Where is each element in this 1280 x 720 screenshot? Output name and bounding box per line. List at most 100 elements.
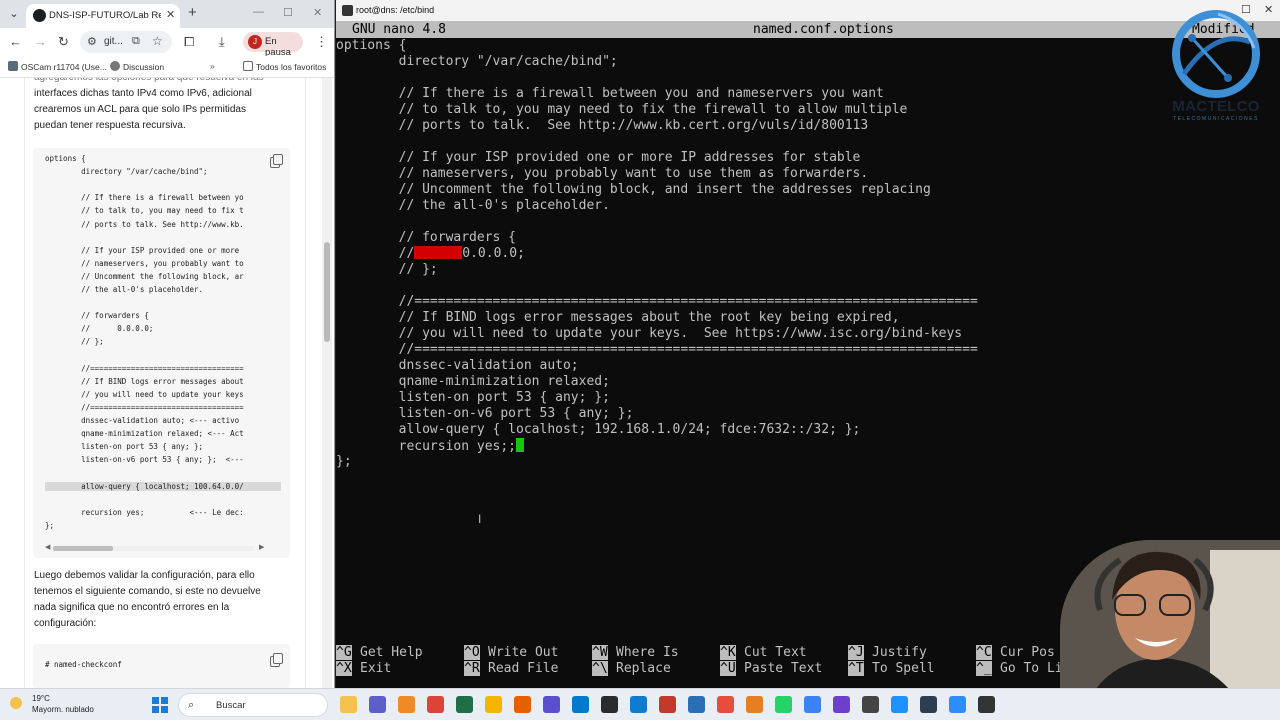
vscode-icon[interactable] bbox=[572, 696, 589, 713]
weather-description: Mayorm. nublado bbox=[32, 705, 94, 714]
nano-header: GNU nano 4.8 named.conf.options Modified bbox=[336, 21, 1280, 38]
code-line: // you will need to update your keys bbox=[45, 389, 244, 399]
cast-icon[interactable]: ⧉ bbox=[132, 35, 140, 48]
excel-icon[interactable] bbox=[456, 696, 473, 713]
editor-line: directory "/var/cache/bind"; bbox=[336, 54, 618, 69]
shortcut-key: ^T bbox=[848, 661, 864, 676]
shortcut-label: Where Is bbox=[616, 645, 679, 660]
editor-line: //======================================… bbox=[336, 294, 978, 309]
terminal-icon[interactable] bbox=[978, 696, 995, 713]
browser-window: ⌄ DNS-ISP-FUTURO/Lab Recursiv ✕ + — ☐ ✕ … bbox=[0, 0, 335, 688]
settings-icon[interactable] bbox=[804, 696, 821, 713]
new-tab-button[interactable]: + bbox=[188, 5, 197, 21]
shortcut-key: ^_ bbox=[976, 661, 992, 676]
address-bar[interactable]: ⚙ git... ⧉ ☆ bbox=[80, 31, 172, 53]
code-line: directory "/var/cache/bind"; bbox=[45, 167, 208, 177]
file-name: named.conf.options bbox=[753, 22, 894, 37]
minimize-icon[interactable]: — bbox=[253, 6, 264, 18]
code-line: // 0.0.0.0; bbox=[45, 324, 154, 334]
scroll-thumb[interactable] bbox=[53, 546, 113, 551]
horizontal-scrollbar[interactable]: ◀ ▶ bbox=[45, 544, 265, 551]
code-line: }; bbox=[45, 520, 55, 530]
windows-start-icon[interactable] bbox=[152, 697, 168, 713]
code-line: // }; bbox=[45, 337, 104, 347]
logo-name: MACTELCO bbox=[1172, 98, 1260, 115]
calculator-icon[interactable] bbox=[862, 696, 879, 713]
snip-icon[interactable] bbox=[891, 696, 908, 713]
teams-icon[interactable] bbox=[369, 696, 386, 713]
after-paragraph: Luego debemos validar la configuración, … bbox=[34, 570, 261, 629]
shortcut-key: ^K bbox=[720, 645, 736, 660]
shortcut-label: Read File bbox=[488, 661, 559, 676]
github-icon[interactable] bbox=[833, 696, 850, 713]
all-bookmarks[interactable]: Todos los favoritos bbox=[243, 61, 326, 72]
check-code-block: # named-checkconf bbox=[33, 644, 290, 688]
reload-button[interactable]: ↻ bbox=[58, 34, 69, 50]
pen-icon[interactable] bbox=[920, 696, 937, 713]
whatsapp-icon[interactable] bbox=[775, 696, 792, 713]
browser-icon[interactable] bbox=[543, 696, 560, 713]
globe-logo-icon bbox=[1172, 10, 1260, 98]
logo-tagline: TELECOMUNICACIONES bbox=[1173, 116, 1259, 122]
taskbar-search[interactable]: ⌕ Buscar bbox=[178, 693, 328, 717]
bookmark-oscam[interactable]: OSCam r11704 (Use... bbox=[8, 61, 107, 72]
code-line: allow-query { localhost; 100.64.0.0/ bbox=[45, 481, 281, 491]
search-placeholder: Buscar bbox=[216, 700, 246, 711]
shortcut-label: Exit bbox=[360, 661, 392, 676]
menu-icon[interactable]: ⋮ bbox=[315, 34, 328, 50]
tab-title: DNS-ISP-FUTURO/Lab Recursiv bbox=[49, 10, 161, 21]
check-command: # named-checkconf bbox=[45, 660, 122, 669]
editor-line: allow-query { localhost; 192.168.1.0/24;… bbox=[336, 422, 861, 437]
code-line: // forwarders { bbox=[45, 311, 149, 321]
editor-line: // ports to talk. See http://www.kb.cert… bbox=[336, 118, 869, 133]
bookmark-star-icon[interactable]: ☆ bbox=[152, 34, 163, 48]
text-cursor bbox=[516, 438, 525, 452]
folder-icon bbox=[243, 61, 253, 71]
scroll-thumb[interactable] bbox=[324, 242, 330, 342]
weather-icon[interactable] bbox=[10, 697, 22, 709]
bookmark-icon bbox=[8, 61, 18, 71]
download-icon[interactable]: ⤓ bbox=[219, 34, 225, 50]
terminal-icon[interactable] bbox=[601, 696, 618, 713]
profile-button[interactable]: J En pausa bbox=[243, 32, 303, 58]
browser-tab[interactable]: DNS-ISP-FUTURO/Lab Recursiv ✕ bbox=[26, 4, 180, 28]
extensions-icon[interactable]: ⧠ bbox=[184, 34, 194, 50]
shortcut-key: ^J bbox=[848, 645, 864, 660]
close-window-icon[interactable]: ✕ bbox=[313, 6, 322, 19]
intro-paragraph: agregaremos las opciones para que resuel… bbox=[34, 78, 264, 131]
editor-line: // Uncomment the following block, and in… bbox=[336, 182, 931, 197]
editor-line: // If BIND logs error messages about the… bbox=[336, 310, 900, 325]
shortcut-label: Get Help bbox=[360, 645, 423, 660]
bookmark-discussion[interactable]: Discussion bbox=[110, 61, 164, 72]
maximize-icon[interactable]: ☐ bbox=[283, 6, 293, 19]
forward-button[interactable]: → bbox=[34, 34, 47, 50]
editor-line: // the all-0's placeholder. bbox=[336, 198, 610, 213]
notes-icon[interactable] bbox=[485, 696, 502, 713]
vertical-scrollbar[interactable] bbox=[322, 78, 332, 688]
file-explorer-icon[interactable] bbox=[340, 696, 357, 713]
editor-line: // If your ISP provided one or more IP a… bbox=[336, 150, 861, 165]
avatar: J bbox=[248, 35, 262, 49]
app-icon[interactable] bbox=[659, 696, 676, 713]
more-bookmarks-icon[interactable]: » bbox=[210, 61, 215, 71]
chrome-icon[interactable] bbox=[427, 696, 444, 713]
globe-icon[interactable] bbox=[688, 696, 705, 713]
code-line: // If your ISP provided one or more bbox=[45, 245, 240, 255]
remote-icon[interactable] bbox=[717, 696, 734, 713]
address-text: git... bbox=[104, 36, 123, 47]
nano-version: GNU nano 4.8 bbox=[352, 22, 446, 37]
firefox-icon[interactable] bbox=[514, 696, 531, 713]
mactelco-logo: MACTELCO TELECOMUNICACIONES bbox=[1158, 8, 1274, 128]
back-button[interactable]: ← bbox=[9, 34, 22, 50]
article: agregaremos las opciones para que resuel… bbox=[24, 78, 306, 688]
zoom-icon[interactable] bbox=[949, 696, 966, 713]
site-info-icon[interactable]: ⚙ bbox=[87, 35, 97, 48]
code-line: // nameservers, you probably want to bbox=[45, 258, 244, 268]
sublime-icon[interactable] bbox=[398, 696, 415, 713]
close-tab-icon[interactable]: ✕ bbox=[166, 8, 175, 21]
editor-line: // to talk to, you may need to fix the f… bbox=[336, 102, 908, 117]
tab-search-icon[interactable]: ⌄ bbox=[5, 5, 23, 23]
shortcut-label: Paste Text bbox=[744, 661, 823, 676]
edge-icon[interactable] bbox=[630, 696, 647, 713]
paint-icon[interactable] bbox=[746, 696, 763, 713]
